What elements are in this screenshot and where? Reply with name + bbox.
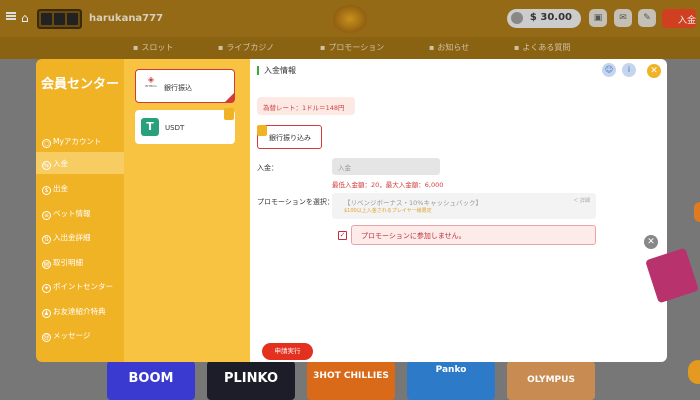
main-nav: スロット ライブカジノ プロモーション お知らせ よくある質問 (0, 37, 700, 59)
nav-faq[interactable]: よくある質問 (514, 42, 570, 53)
points-icon: ✦ (42, 284, 51, 293)
close-icon[interactable]: ✕ (647, 64, 661, 78)
sidebar-item-label: Myアカウント (53, 137, 102, 146)
game-title: Panko (435, 365, 467, 375)
bell-icon[interactable]: ✎ (638, 9, 656, 27)
history-icon: ⇅ (42, 235, 51, 244)
side-tab[interactable] (694, 202, 700, 222)
game-tile[interactable]: OLYMPUS (507, 361, 595, 400)
transactions-icon: ▤ (42, 260, 51, 269)
sidebar-item-history[interactable]: ⇅ 入出金詳細 (36, 226, 124, 248)
promo-subtitle: $100以上入金されるプレイヤー様限定 (344, 208, 432, 214)
game-title: BOOM (128, 371, 174, 386)
bank-logo-icon: ◈ BITBUG (145, 75, 157, 88)
game-tile[interactable]: Panko (407, 361, 495, 400)
top-header: ⌂ harukana777 $ 30.00 ▣ ✉ ✎ 入金 (0, 0, 700, 37)
game-title: OLYMPUS (527, 375, 575, 385)
selected-corner-icon (225, 93, 234, 102)
method-usdt[interactable]: T USDT (135, 108, 235, 144)
promo-label: プロモーションを選択： (257, 198, 334, 206)
info-icon[interactable]: i (622, 63, 636, 77)
site-logo[interactable] (37, 9, 82, 29)
mail-icon[interactable]: ✉ (614, 9, 632, 27)
menu-icon[interactable] (6, 12, 16, 20)
game-title: PLINKO (223, 371, 279, 386)
sidebar-item-bets[interactable]: ≡ ベット情報 (36, 202, 124, 224)
sidebar-item-label: メッセージ (53, 331, 91, 340)
bet-icon: ≡ (42, 211, 51, 220)
withdraw-icon: $ (42, 186, 51, 195)
float-close-icon[interactable]: ✕ (644, 235, 658, 249)
game-title: 3HOT CHILLIES (313, 371, 389, 381)
sidebar-item-label: 入金 (53, 159, 68, 168)
promo-option-cashback[interactable]: 【リベンジボーナス・10%キャッシュバック】 $100以上入金されるプレイヤー様… (332, 193, 596, 219)
bank-transfer-label: 銀行振り込み (269, 134, 311, 142)
deposit-icon: ⇆ (42, 161, 51, 170)
apply-button[interactable]: 申請実行 (262, 343, 313, 360)
sidebar-item-referral[interactable]: ♟ お友達紹介特典 (36, 300, 124, 322)
sidebar-title: 会員センター (40, 77, 119, 92)
username: harukana777 (89, 13, 164, 24)
promo-title: 【リベンジボーナス・10%キャッシュバック】 (344, 199, 482, 207)
payment-method-list (124, 59, 250, 362)
game-tile[interactable]: BOOM (107, 361, 195, 400)
amount-label: 入金： (257, 164, 278, 172)
game-tile[interactable]: PLINKO (207, 361, 295, 400)
no-promo-option[interactable]: プロモーションに参加しません。 (351, 225, 596, 245)
balance-display[interactable]: $ 30.00 (507, 9, 581, 28)
game-tile[interactable]: 3HOT CHILLIES (307, 361, 395, 400)
method-bank-transfer[interactable]: ◈ BITBUG 銀行振込 (135, 69, 235, 103)
sidebar-item-label: ポイントセンター (53, 282, 113, 291)
no-promo-checkbox[interactable]: ✓ (338, 231, 347, 240)
badge-icon (257, 125, 267, 136)
brand-emblem[interactable] (333, 5, 367, 33)
message-icon: @ (42, 333, 51, 342)
deposit-button[interactable]: 入金 (662, 9, 696, 28)
badge-icon (224, 108, 234, 120)
bank-transfer-button[interactable]: 銀行振り込み (257, 125, 322, 149)
sidebar-item-withdraw[interactable]: $ 出金 (36, 177, 124, 199)
account-icon: ○ (42, 139, 51, 148)
method-label: USDT (165, 124, 185, 132)
nav-promotions[interactable]: プロモーション (320, 42, 384, 53)
sidebar-item-label: 入出金詳細 (53, 233, 91, 242)
member-sidebar: 会員センター ○ Myアカウント ⇆ 入金 $ 出金 ≡ ベット情報 ⇅ 入出金詳細 ▤ 取… (36, 59, 124, 362)
wallet-icon[interactable]: ▣ (589, 9, 607, 27)
nav-slots[interactable]: スロット (133, 42, 173, 53)
nav-news[interactable]: お知らせ (429, 42, 469, 53)
sidebar-item-label: 出金 (53, 184, 68, 193)
sidebar-item-messages[interactable]: @ メッセージ (36, 324, 124, 346)
nav-live-casino[interactable]: ライブカジノ (218, 42, 274, 53)
promo-detail-link[interactable]: ＜ 詳細 (573, 197, 590, 204)
min-max-note: 最低入金額：20，最大入金額：6,000 (332, 181, 444, 189)
sidebar-item-account[interactable]: ○ Myアカウント (36, 130, 124, 152)
home-icon[interactable]: ⌂ (21, 11, 29, 25)
usdt-icon: T (141, 118, 159, 136)
exchange-rate: 為替レート：1ドル＝148円 (257, 97, 355, 115)
sidebar-item-label: お友達紹介特典 (53, 307, 106, 316)
support-icon[interactable]: ☺ (602, 63, 616, 77)
method-label: 銀行振込 (164, 84, 192, 92)
sidebar-item-points[interactable]: ✦ ポイントセンター (36, 275, 124, 297)
sidebar-item-transactions[interactable]: ▤ 取引明細 (36, 251, 124, 273)
sidebar-item-label: ベット情報 (53, 209, 91, 218)
sidebar-item-label: 取引明細 (53, 258, 83, 267)
amount-input[interactable]: 入金 (332, 158, 440, 175)
sidebar-item-deposit[interactable]: ⇆ 入金 (36, 152, 124, 174)
referral-icon: ♟ (42, 309, 51, 318)
section-title: 入金情報 (257, 66, 296, 75)
chat-icon[interactable] (688, 360, 700, 384)
